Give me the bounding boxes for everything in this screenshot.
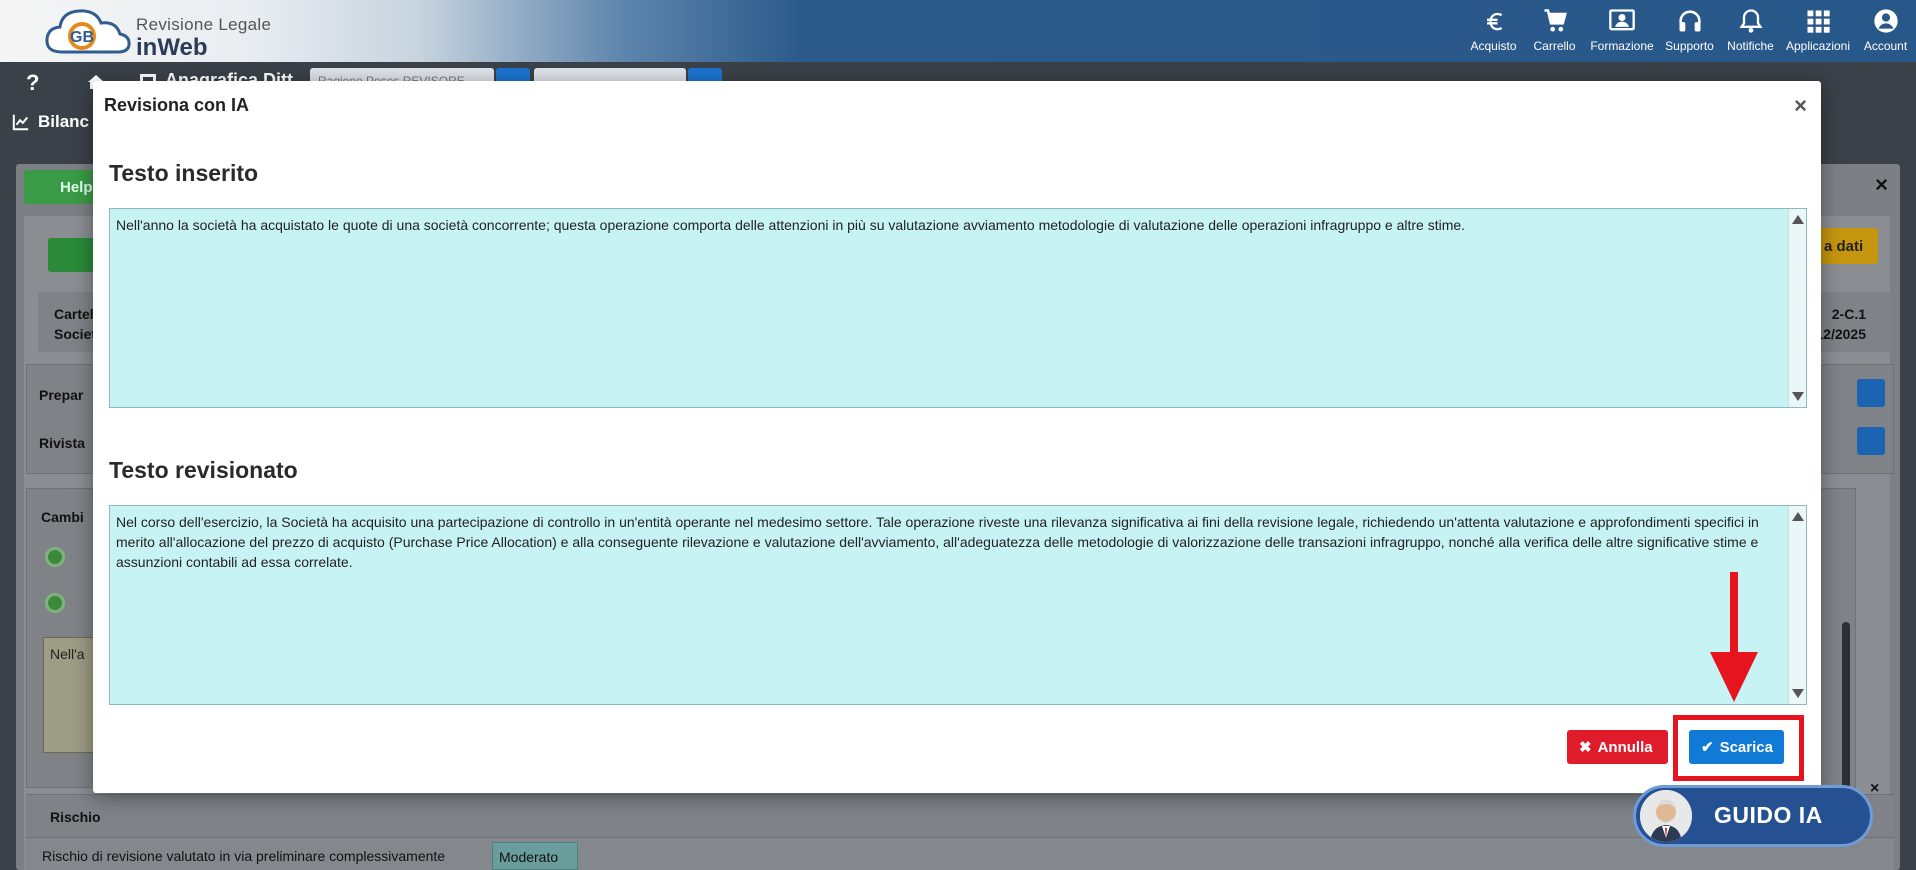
nav-account[interactable]: Account <box>1855 0 1916 62</box>
top-nav: Acquisto Carrello Formazione Supporto No… <box>1463 0 1916 62</box>
page-scrollbar[interactable] <box>1838 482 1856 812</box>
scroll-down-icon[interactable] <box>1792 392 1804 401</box>
changes-heading: Cambi <box>41 509 84 525</box>
panel-close-icon[interactable]: × <box>1875 172 1888 198</box>
input-heading: Testo inserito <box>109 160 259 186</box>
nav-label: Carrello <box>1533 39 1576 53</box>
assistant-close-icon[interactable]: × <box>1870 780 1879 798</box>
preparer-label: Prepar <box>39 387 84 403</box>
output-text: Nel corso dell'esercizio, la Società ha … <box>116 514 1759 570</box>
nav-label: Account <box>1863 39 1908 53</box>
logo-line2: inWeb <box>136 34 208 61</box>
assistant-label: GUIDO IA <box>1714 802 1823 828</box>
svg-text:GB: GB <box>70 29 94 46</box>
training-icon <box>1609 9 1635 31</box>
cloud-logo-icon: GB <box>45 9 131 54</box>
modal-title: Revisiona con IA <box>104 95 250 115</box>
nav-carrello[interactable]: Carrello <box>1524 0 1585 62</box>
user-icon <box>1873 9 1898 33</box>
scroll-up-icon[interactable] <box>1792 512 1804 521</box>
folder-code: 2-C.1 <box>1831 306 1866 322</box>
reviewer-label: Rivista <box>39 435 85 451</box>
textarea-scrollbar[interactable] <box>1788 506 1806 704</box>
output-textarea[interactable]: Nel corso dell'esercizio, la Società ha … <box>109 505 1807 705</box>
chart-line-icon <box>12 114 29 131</box>
app-logo[interactable]: GB Revisione Legale inWeb <box>44 6 274 61</box>
assistant-avatar <box>1640 790 1692 842</box>
close-icon[interactable]: × <box>1794 93 1807 119</box>
euro-icon <box>1486 12 1502 31</box>
headset-icon <box>1678 10 1701 32</box>
nav-applicazioni[interactable]: Applicazioni <box>1781 0 1855 62</box>
red-arrow-annotation <box>1710 572 1758 702</box>
download-button[interactable]: ✔ Scarica <box>1689 730 1784 764</box>
help-question-icon[interactable]: ? <box>26 70 39 96</box>
scroll-up-icon[interactable] <box>1792 215 1804 224</box>
risk-heading: Rischio <box>50 809 101 825</box>
times-icon: ✖ <box>1579 739 1592 756</box>
apps-grid-icon <box>1807 10 1830 33</box>
input-textarea[interactable]: Nell'anno la società ha acquistato le qu… <box>109 208 1807 408</box>
bilancio-menu[interactable]: Bilanc <box>12 112 89 132</box>
nav-supporto[interactable]: Supporto <box>1659 0 1720 62</box>
nav-notifiche[interactable]: Notifiche <box>1720 0 1781 62</box>
nav-label: Formazione <box>1590 39 1654 53</box>
output-heading: Testo revisionato <box>109 457 298 483</box>
risk-label: Rischio di revisione valutato in via pre… <box>42 848 446 864</box>
risk-value-select[interactable]: Moderato <box>492 842 578 870</box>
app-header: GB Revisione Legale inWeb Acquisto Carre… <box>0 0 1916 62</box>
nav-label: Supporto <box>1665 39 1714 53</box>
nav-formazione[interactable]: Formazione <box>1585 0 1659 62</box>
bell-icon <box>1738 9 1763 33</box>
cancel-label: Annulla <box>1597 738 1653 756</box>
input-text: Nell'anno la società ha acquistato le qu… <box>116 217 1466 233</box>
bilancio-label: Bilanc <box>38 112 90 131</box>
scrollbar-thumb[interactable] <box>1842 622 1850 802</box>
nav-label: Notifiche <box>1727 39 1774 53</box>
risk-section: Rischio Rischio di revisione valutato in… <box>26 794 1894 870</box>
download-label: Scarica <box>1719 738 1773 756</box>
check-icon: ✔ <box>1701 739 1714 756</box>
risk-row: Rischio di revisione valutato in via pre… <box>26 837 1894 870</box>
nav-acquisto[interactable]: Acquisto <box>1463 0 1524 62</box>
cancel-button[interactable]: ✖ Annulla <box>1567 730 1668 764</box>
calendar-icon[interactable] <box>1857 379 1885 407</box>
radio-option-1[interactable] <box>45 547 65 567</box>
logo-line1: Revisione Legale <box>136 15 272 34</box>
radio-option-2[interactable] <box>45 593 65 613</box>
textarea-scrollbar[interactable] <box>1788 209 1806 407</box>
cart-icon <box>1544 9 1567 32</box>
ai-review-modal: Revisiona con IA × Testo inserito Nell'a… <box>93 81 1821 793</box>
ai-assistant-badge[interactable]: GUIDO IA <box>1633 785 1873 847</box>
nav-label: Applicazioni <box>1785 39 1851 53</box>
scroll-down-icon[interactable] <box>1792 689 1804 698</box>
nav-label: Acquisto <box>1470 39 1517 53</box>
folder-date: 12/2025 <box>1815 326 1866 342</box>
calendar-icon[interactable] <box>1857 427 1885 455</box>
